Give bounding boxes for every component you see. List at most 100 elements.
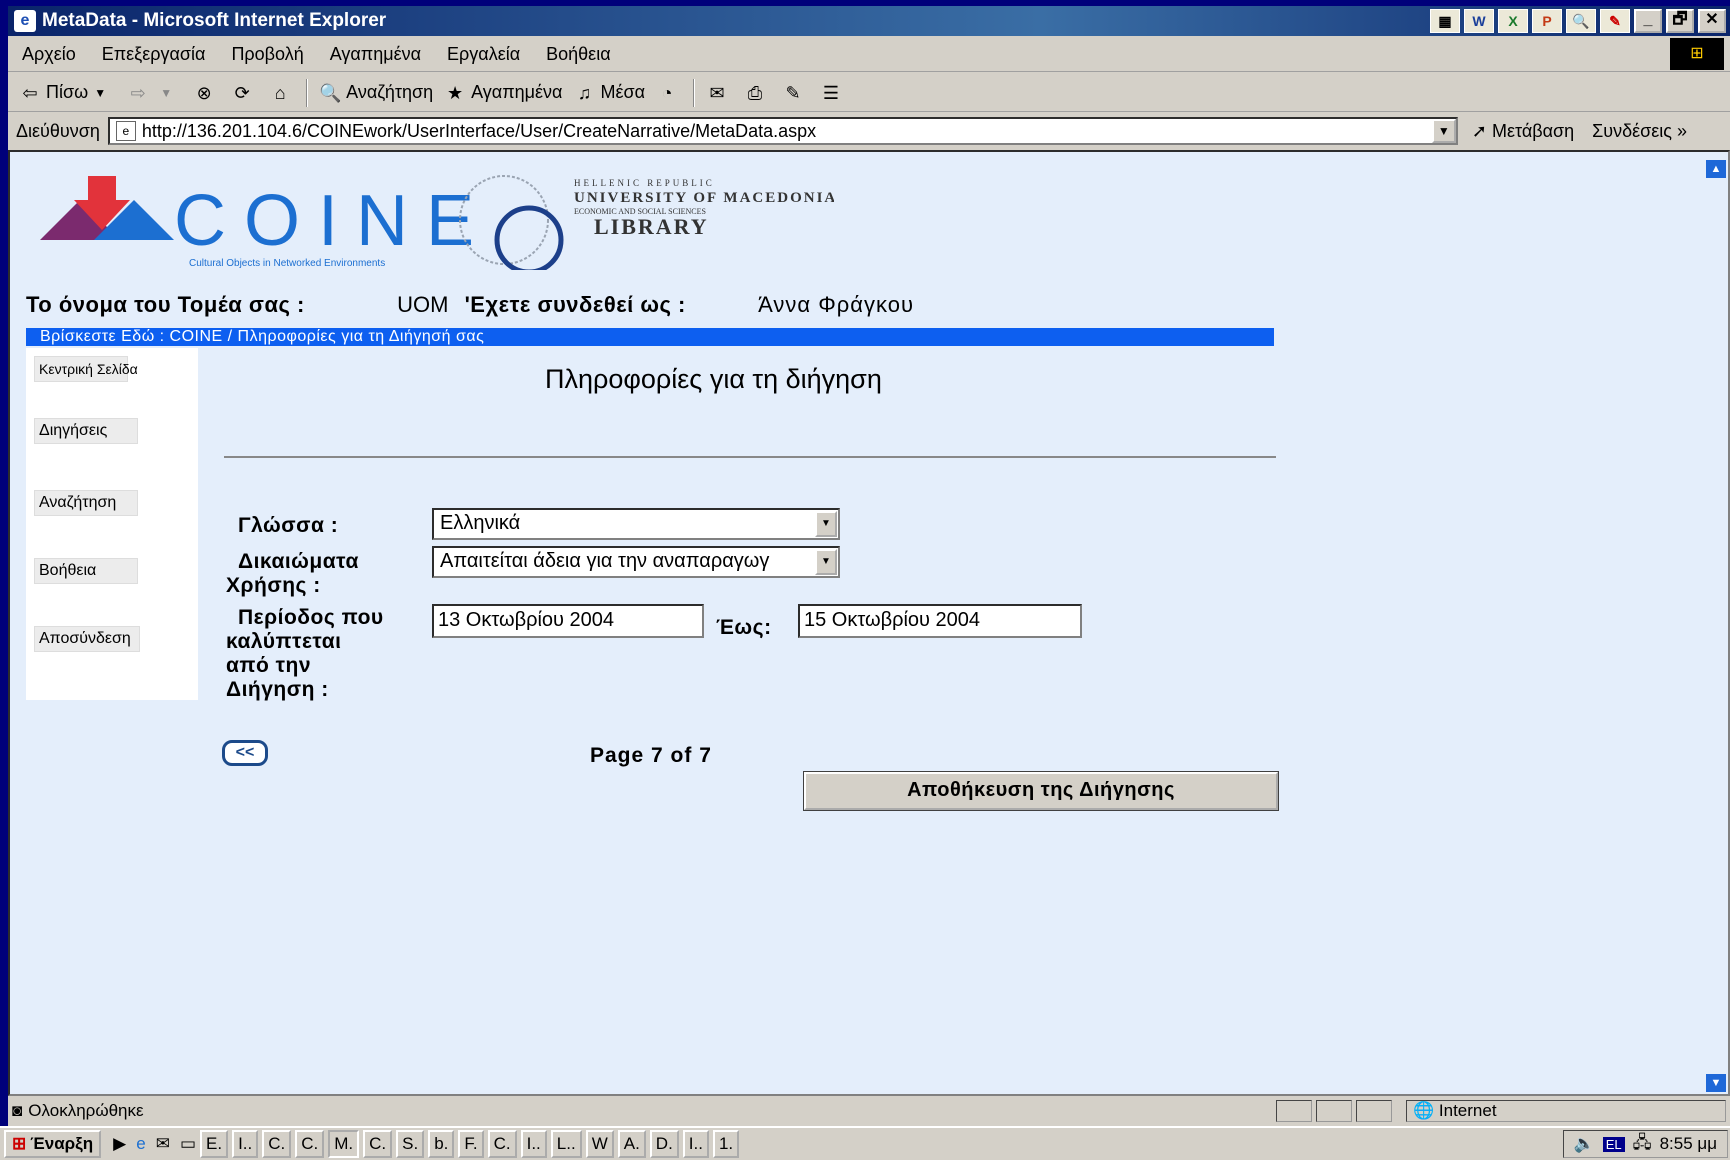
logo-wordmark: COINE — [174, 181, 492, 261]
title-right-controls: ▦ W X P 🔍 ✎ _ 🗗 ✕ — [1430, 9, 1726, 33]
taskbar: ⊞ Έναρξη ▶ e ✉ ▭ E. I.. C. C. M. C. S. b… — [0, 1126, 1730, 1160]
volume-icon[interactable]: 🔈 — [1574, 1134, 1595, 1154]
taskbar-item-active[interactable]: M. — [328, 1130, 360, 1158]
taskbar-item[interactable]: W — [585, 1130, 614, 1158]
mail-button[interactable]: ✉ — [705, 81, 733, 105]
back-button[interactable]: ⇦ Πίσω ▼ — [18, 81, 116, 105]
taskbar-item[interactable]: A. — [617, 1130, 646, 1158]
status-cell — [1276, 1100, 1312, 1122]
taskbar-item[interactable]: D. — [649, 1130, 679, 1158]
media-button[interactable]: ♫ Μέσα — [572, 81, 645, 105]
page-viewport[interactable]: ▲ ▼ COINE Cultural Objects in Networked … — [8, 150, 1730, 1096]
forward-arrow-icon: ⇨ — [130, 82, 146, 103]
address-input[interactable]: e http://136.201.104.6/COINEwork/UserInt… — [107, 117, 1458, 145]
sidebar-item-logout[interactable]: Αποσύνδεση — [34, 626, 140, 652]
chevron-down-icon[interactable]: ▼ — [154, 81, 178, 105]
clock[interactable]: 8:55 μμ — [1660, 1134, 1717, 1154]
taskbar-item[interactable]: I.. — [682, 1130, 709, 1158]
taskbar-item[interactable]: I.. — [232, 1130, 259, 1158]
home-button[interactable]: ⌂ — [268, 81, 296, 105]
sidebar-item-narratives[interactable]: Διηγήσεις — [34, 418, 138, 444]
library-line-4: LIBRARY — [594, 214, 709, 239]
taskbar-item[interactable]: C. — [295, 1130, 325, 1158]
language-select[interactable]: Ελληνικά ▼ — [432, 508, 840, 540]
print-button[interactable]: ⎙ — [743, 81, 771, 105]
stop-button[interactable]: ⊗ — [192, 81, 220, 105]
favorites-button[interactable]: ★ Αγαπημένα — [443, 81, 562, 105]
edit-button[interactable]: ✎ — [781, 81, 809, 105]
network-icon[interactable]: 🖧 — [1633, 1130, 1652, 1159]
sidebar-item-home[interactable]: Κεντρική Σελίδα — [34, 356, 138, 382]
sidebar-item-help[interactable]: Βοήθεια — [34, 558, 138, 584]
rights-label-line2: Χρήσης : — [226, 574, 321, 597]
address-url[interactable]: http://136.201.104.6/COINEwork/UserInter… — [142, 121, 1432, 142]
quicklaunch-icon[interactable]: ▦ — [1430, 9, 1460, 33]
taskbar-item[interactable]: C. — [262, 1130, 292, 1158]
chevron-down-icon[interactable]: ▼ — [88, 81, 112, 105]
close-button[interactable]: ✕ — [1698, 9, 1726, 33]
go-button[interactable]: ➚ Μετάβαση — [1472, 121, 1574, 142]
powerpoint-icon[interactable]: P — [1532, 9, 1562, 33]
period-from-input[interactable]: 13 Οκτωβρίου 2004 — [432, 604, 704, 638]
status-cell — [1356, 1100, 1392, 1122]
taskbar-item[interactable]: C. — [487, 1130, 517, 1158]
edit-icon: ✎ — [785, 82, 801, 103]
taskbar-item[interactable]: b. — [428, 1130, 455, 1158]
menu-file[interactable]: Αρχείο — [22, 44, 76, 65]
taskbar-item[interactable]: L.. — [550, 1130, 582, 1158]
taskbar-item[interactable]: F. — [458, 1130, 484, 1158]
links-button[interactable]: Συνδέσεις » — [1592, 121, 1687, 142]
start-button[interactable]: ⊞ Έναρξη — [4, 1130, 102, 1158]
restore-button[interactable]: 🗗 — [1666, 9, 1694, 33]
quicklaunch-desktop-icon[interactable]: ▭ — [180, 1134, 196, 1154]
excel-icon[interactable]: X — [1498, 9, 1528, 33]
scroll-up-arrow-icon[interactable]: ▲ — [1706, 160, 1726, 178]
chevron-down-icon[interactable]: ▼ — [815, 549, 837, 575]
menu-help[interactable]: Βοήθεια — [546, 44, 610, 65]
favorites-icon: ★ — [447, 82, 464, 103]
search-icon: 🔍 — [318, 82, 342, 103]
language-indicator[interactable]: EL — [1602, 1136, 1625, 1152]
menu-tools[interactable]: Εργαλεία — [447, 44, 520, 65]
chevron-down-icon[interactable]: ▼ — [815, 511, 837, 537]
page-title: Πληροφορίες για τη διήγηση — [545, 364, 882, 394]
taskbar-item[interactable]: E. — [200, 1130, 229, 1158]
search-tool-icon[interactable]: 🔍 — [1566, 9, 1596, 33]
acrobat-icon[interactable]: ✎ — [1600, 9, 1630, 33]
site-logo: COINE Cultural Objects in Networked Envi… — [40, 175, 834, 270]
scroll-down-arrow-icon[interactable]: ▼ — [1706, 1074, 1726, 1092]
globe-icon: 🌐 — [1413, 1101, 1435, 1120]
rights-label-line1: Δικαιώματα — [238, 550, 359, 573]
breadcrumb: Βρίσκεστε Εδώ : COINE / Πληροφορίες για … — [26, 328, 1274, 346]
minimize-button[interactable]: _ — [1634, 9, 1662, 33]
search-button[interactable]: 🔍 Αναζήτηση — [318, 81, 433, 105]
library-line-2: UNIVERSITY OF MACEDONIA — [574, 190, 834, 206]
rights-value: Απαιτείται άδεια για την αναπαραγωγ — [440, 550, 770, 572]
discuss-button[interactable]: ☰ — [819, 81, 847, 105]
save-narrative-button[interactable]: Αποθήκευση της Διήγησης — [803, 771, 1279, 811]
media-icon: ♫ — [577, 82, 592, 103]
rights-select[interactable]: Απαιτείται άδεια για την αναπαραγωγ ▼ — [432, 546, 840, 578]
word-icon[interactable]: W — [1464, 9, 1494, 33]
history-button[interactable]: ◔ — [655, 81, 683, 105]
favorites-label: Αγαπημένα — [471, 82, 563, 102]
home-icon: ⌂ — [274, 82, 286, 103]
period-to-input[interactable]: 15 Οκτωβρίου 2004 — [798, 604, 1082, 638]
quicklaunch-outlook-icon[interactable]: ✉ — [156, 1134, 170, 1154]
menu-view[interactable]: Προβολή — [231, 44, 303, 65]
menu-favorites[interactable]: Αγαπημένα — [330, 44, 421, 65]
taskbar-item[interactable]: C. — [363, 1130, 393, 1158]
taskbar-item[interactable]: 1. — [712, 1130, 740, 1158]
taskbar-item[interactable]: S. — [396, 1130, 425, 1158]
quicklaunch-media-icon[interactable]: ▶ — [113, 1134, 126, 1154]
previous-page-button[interactable]: << — [222, 740, 268, 766]
forward-button[interactable]: ⇨ ▼ — [126, 81, 182, 105]
refresh-button[interactable]: ⟳ — [230, 81, 258, 105]
ie-icon: e — [14, 10, 36, 32]
menu-edit[interactable]: Επεξεργασία — [102, 44, 206, 65]
quicklaunch-ie-icon[interactable]: e — [136, 1134, 145, 1154]
taskbar-item[interactable]: I.. — [520, 1130, 547, 1158]
chevron-down-icon[interactable]: ▼ — [1431, 119, 1456, 143]
sidebar-item-search[interactable]: Αναζήτηση — [34, 490, 138, 516]
search-label: Αναζήτηση — [346, 82, 434, 102]
